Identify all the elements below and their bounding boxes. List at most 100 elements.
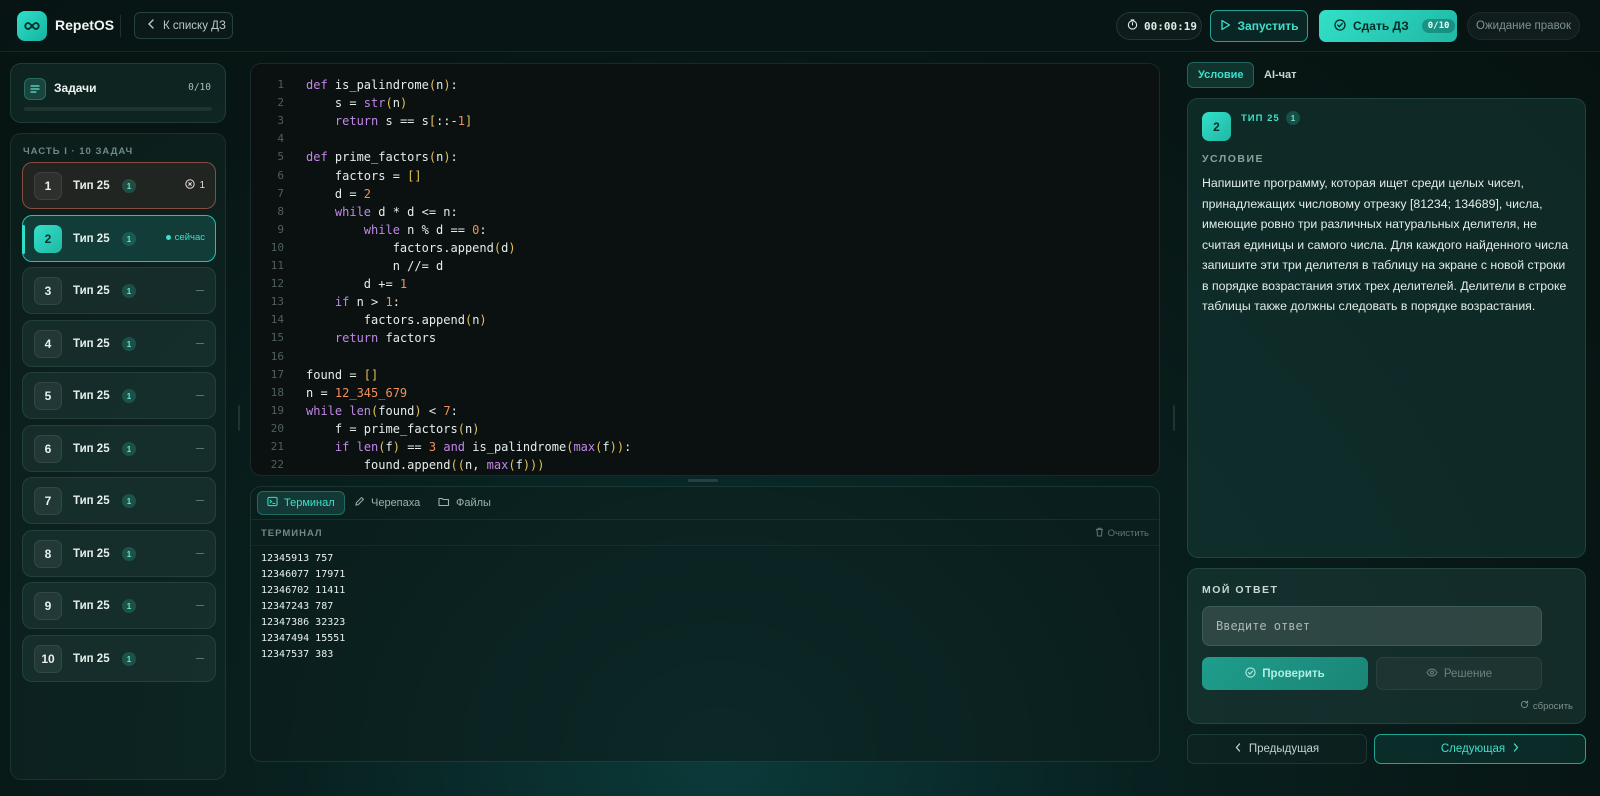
run-button[interactable]: Запустить — [1210, 10, 1308, 42]
answer-input[interactable] — [1202, 606, 1542, 646]
tab-turtle-label: Черепаха — [371, 497, 421, 509]
task-attempts-count: 1 — [199, 180, 205, 191]
task-label: Тип 25 — [73, 390, 110, 402]
code-line: 20 f = prime_factors(n) — [251, 420, 1159, 438]
right-resize-handle[interactable] — [1173, 405, 1175, 431]
tab-terminal[interactable]: Терминал — [257, 491, 345, 515]
task-item-5[interactable]: 5 Тип 25 1 — [22, 372, 216, 419]
left-resize-handle[interactable] — [238, 405, 240, 431]
submit-homework-button[interactable]: Сдать ДЗ 0/10 — [1319, 10, 1457, 42]
code-line: 18 n = 12_345_679 — [251, 384, 1159, 402]
next-task-button[interactable]: Следующая — [1374, 734, 1586, 764]
task-list: ЧАСТЬ I · 10 ЗАДАЧ 1 Тип 25 1 1 2 Тип 25… — [10, 133, 226, 780]
x-circle-icon — [185, 179, 196, 192]
tasks-progress-bar — [24, 107, 212, 111]
code-text: d += 1 — [306, 277, 408, 292]
dash-icon — [196, 395, 204, 396]
task-label: Тип 25 — [73, 495, 110, 507]
line-number: 2 — [277, 96, 284, 110]
code-text: while d * d <= n: — [334, 204, 458, 219]
tab-turtle[interactable]: Черепаха — [345, 491, 429, 515]
code-line: 4 — [251, 130, 1159, 148]
task-number: 7 — [34, 487, 62, 515]
run-label: Запустить — [1237, 19, 1299, 33]
header-divider — [120, 15, 121, 37]
pencil-icon — [354, 496, 365, 510]
refresh-icon — [1520, 700, 1529, 712]
task-number: 2 — [34, 225, 62, 253]
line-number: 9 — [277, 222, 284, 236]
task-item-2[interactable]: 2 Тип 25 1 сейчас — [22, 215, 216, 262]
task-condition-card: 2 ТИП 25 1 УСЛОВИЕ Напишите программу, к… — [1187, 98, 1586, 558]
dash-icon — [196, 290, 204, 291]
back-label: К списку ДЗ — [163, 19, 226, 32]
line-number: 20 — [270, 421, 284, 435]
trash-icon — [1095, 527, 1104, 540]
stopwatch-icon — [1127, 19, 1138, 33]
code-text: n = 12_345_679 — [306, 385, 408, 400]
terminal-line: 12347386 32323 — [261, 617, 346, 628]
code-line: 12 d += 1 — [251, 275, 1159, 293]
task-current-status: сейчас — [165, 232, 205, 243]
timer-value: 00:00:19 — [1144, 19, 1197, 33]
task-item-7[interactable]: 7 Тип 25 1 — [22, 477, 216, 524]
check-label: Проверить — [1262, 667, 1325, 680]
task-number-badge: 2 — [1202, 112, 1231, 141]
code-text: f = prime_factors(n) — [306, 421, 480, 436]
task-item-10[interactable]: 10 Тип 25 1 — [22, 635, 216, 682]
top-bar: RepetOS К списку ДЗ 00:00:19 Запустить С… — [0, 0, 1600, 52]
task-label: Тип 25 — [73, 600, 110, 612]
terminal-line: 12347243 787 — [261, 601, 334, 612]
task-item-6[interactable]: 6 Тип 25 1 — [22, 425, 216, 472]
code-line: 11 n //= d — [251, 257, 1159, 275]
tab-files[interactable]: Файлы — [429, 491, 500, 515]
condition-heading: УСЛОВИЕ — [1202, 153, 1265, 165]
task-number: 5 — [34, 382, 62, 410]
previous-label: Предыдущая — [1248, 743, 1320, 755]
task-label: Тип 25 — [73, 443, 110, 455]
code-text: if n > 1: — [334, 295, 400, 310]
terminal-line: 12347494 15551 — [261, 633, 346, 644]
logo-icon[interactable] — [17, 11, 47, 41]
task-points-badge: 1 — [122, 232, 136, 246]
code-text: def is_palindrome(n): — [306, 78, 458, 92]
task-number: 4 — [34, 330, 62, 358]
tab-files-label: Файлы — [456, 497, 491, 509]
files-icon — [438, 496, 450, 510]
task-item-9[interactable]: 9 Тип 25 1 — [22, 582, 216, 629]
task-type: ТИП 25 — [1241, 113, 1280, 124]
code-text: n //= d — [306, 259, 444, 273]
tasks-count: 0/10 — [188, 82, 211, 93]
code-line: 10 factors.append(d) — [251, 239, 1159, 257]
back-to-list-button[interactable]: К списку ДЗ — [134, 12, 233, 39]
code-line: 15 return factors — [251, 329, 1159, 347]
task-item-3[interactable]: 3 Тип 25 1 — [22, 267, 216, 314]
clear-label: Очистить — [1107, 528, 1149, 539]
code-editor[interactable]: 1 def is_palindrome(n): 2 s = str(n) 3 retu… — [250, 63, 1160, 476]
line-number: 7 — [277, 186, 284, 200]
task-item-8[interactable]: 8 Тип 25 1 — [22, 530, 216, 577]
editor-resize-handle[interactable] — [688, 479, 718, 482]
tab-condition[interactable]: Условие — [1187, 62, 1255, 88]
tab-ai-chat[interactable]: AI-чат — [1254, 62, 1307, 88]
output-panel: Терминал Черепаха Файлы ТЕРМИНАЛ Очистит… — [250, 486, 1160, 762]
show-solution-button[interactable]: Решение — [1376, 657, 1542, 690]
task-points-badge: 1 — [122, 179, 136, 193]
code-text: return s == s[::-1] — [334, 114, 473, 129]
code-line: 22 found.append((n, max(f))) — [251, 456, 1159, 474]
task-points-badge: 1 — [122, 389, 136, 403]
code-text: s = str(n) — [306, 96, 408, 111]
task-item-4[interactable]: 4 Тип 25 1 — [22, 320, 216, 367]
clear-terminal-button[interactable]: Очистить — [1095, 527, 1149, 540]
check-answer-button[interactable]: Проверить — [1202, 657, 1368, 690]
task-label: Тип 25 — [73, 285, 110, 297]
previous-task-button[interactable]: Предыдущая — [1187, 734, 1367, 764]
terminal-title: ТЕРМИНАЛ — [261, 528, 323, 539]
line-number: 14 — [270, 313, 284, 327]
task-item-1[interactable]: 1 Тип 25 1 1 — [22, 162, 216, 209]
reset-answer-button[interactable]: сбросить — [1520, 700, 1573, 712]
line-number: 18 — [270, 385, 284, 399]
task-list-heading: ЧАСТЬ I · 10 ЗАДАЧ — [23, 146, 134, 157]
line-number: 4 — [277, 132, 284, 146]
code-line: 13 if n > 1: — [251, 293, 1159, 311]
